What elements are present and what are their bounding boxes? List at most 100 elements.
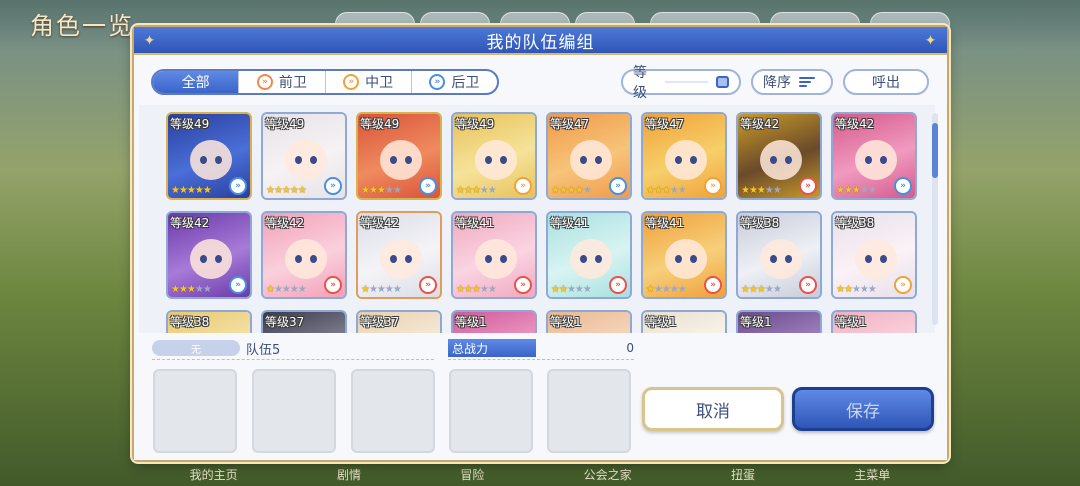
rear-role-icon: »	[324, 177, 342, 195]
character-face	[190, 140, 232, 180]
filter-front[interactable]: » 前卫	[239, 71, 326, 93]
save-button[interactable]: 保存	[792, 387, 934, 431]
character-face	[475, 239, 517, 279]
character-eye	[675, 156, 682, 164]
team-slot[interactable]	[153, 369, 237, 453]
sort-order-button[interactable]: 降序	[751, 69, 833, 95]
character-face	[475, 140, 517, 180]
star-rating: ★★★★★	[361, 284, 402, 295]
bottom-nav-item: 剧情	[336, 467, 361, 482]
character-card[interactable]: 等级38 ★★★★★ »	[831, 211, 917, 299]
character-eye	[500, 255, 507, 263]
character-level: 等级49	[170, 117, 210, 131]
scrollbar-thumb[interactable]	[932, 123, 938, 178]
cancel-button[interactable]: 取消	[642, 387, 784, 431]
character-card[interactable]: 等级49 ★★★★★ »	[356, 112, 442, 200]
team-slot[interactable]	[547, 369, 631, 453]
character-card[interactable]: 等级37	[261, 310, 347, 333]
character-eye	[295, 255, 302, 263]
filter-label: 后卫	[451, 75, 480, 91]
character-card[interactable]: 等级41 ★★★★★ »	[546, 211, 632, 299]
call-button[interactable]: 呼出	[843, 69, 929, 95]
sort-by-button[interactable]: 等级	[621, 65, 741, 101]
character-eye	[215, 156, 222, 164]
sort-icon	[799, 77, 815, 87]
character-eye	[785, 255, 792, 263]
character-card[interactable]: 等级42 ★★★★★ »	[166, 211, 252, 299]
character-level: 等级38	[740, 216, 780, 230]
character-face	[285, 239, 327, 279]
character-level: 等级38	[170, 315, 210, 329]
sort-label: 等级	[633, 65, 647, 101]
team-name: 队伍5	[246, 343, 281, 358]
grid-scrollbar[interactable]	[932, 113, 938, 325]
character-card[interactable]: 等级41 ★★★★★ »	[641, 211, 727, 299]
character-card[interactable]: 等级1	[546, 310, 632, 333]
character-eye	[485, 255, 492, 263]
team-edit-dialog: ✦ 我的队伍编组 ✦ 全部 » 前卫 » 中卫 » 后卫 等级 降序 呼出 等级…	[132, 25, 949, 462]
character-level: 等级37	[360, 315, 400, 329]
filter-label: 全部	[181, 75, 210, 91]
character-card[interactable]: 等级42 ★★★★★ »	[356, 211, 442, 299]
character-card[interactable]: 等级38 ★★★★★ »	[736, 211, 822, 299]
character-card[interactable]: 等级42 ★★★★★ »	[736, 112, 822, 200]
character-card[interactable]: 等级47 ★★★★★ »	[641, 112, 727, 200]
bottom-nav-item: 主菜单	[854, 467, 891, 482]
character-eye	[295, 156, 302, 164]
character-eye	[200, 156, 207, 164]
front-role-icon: »	[704, 276, 722, 294]
rear-role-icon: »	[229, 177, 247, 195]
character-card[interactable]: 等级49 ★★★★★ »	[166, 112, 252, 200]
character-card[interactable]: 等级1	[641, 310, 727, 333]
background-bottom-nav: 我的主页 剧情 冒险 公会之家 扭蛋 主菜单	[140, 462, 940, 486]
filter-all[interactable]: 全部	[153, 71, 240, 93]
star-rating: ★★★★★	[646, 284, 687, 295]
filter-rear[interactable]: » 后卫	[412, 71, 497, 93]
filter-middle[interactable]: » 中卫	[326, 71, 412, 93]
mid-role-icon: »	[704, 177, 722, 195]
team-slot[interactable]	[252, 369, 336, 453]
character-card[interactable]: 等级37	[356, 310, 442, 333]
character-eye	[785, 156, 792, 164]
power-label: 总战力	[448, 339, 536, 357]
character-eye	[580, 255, 587, 263]
divider	[448, 359, 634, 360]
character-level: 等级1	[645, 315, 677, 329]
character-card[interactable]: 等级1	[831, 310, 917, 333]
character-level: 等级41	[455, 216, 495, 230]
team-slot[interactable]	[449, 369, 533, 453]
mid-role-icon: »	[894, 276, 912, 294]
character-card[interactable]: 等级1	[736, 310, 822, 333]
order-label: 降序	[763, 75, 791, 91]
star-rating: ★★★★★	[836, 185, 877, 196]
character-card[interactable]: 等级38	[166, 310, 252, 333]
character-level: 等级42	[170, 216, 210, 230]
mid-role-icon: »	[514, 177, 532, 195]
team-tag: 无	[152, 340, 240, 356]
character-card[interactable]: 等级41 ★★★★★ »	[451, 211, 537, 299]
star-rating: ★★★★★	[456, 284, 497, 295]
character-card[interactable]: 等级42 ★★★★★ »	[261, 211, 347, 299]
character-grid: 等级49 ★★★★★ » 等级49 ★★★★★ » 等级49 ★★★★★ » 等级49 ★★★★★ »…	[139, 105, 935, 333]
character-level: 等级1	[835, 315, 867, 329]
team-slot[interactable]	[351, 369, 435, 453]
character-card[interactable]: 等级47 ★★★★★ »	[546, 112, 632, 200]
front-role-icon: »	[609, 276, 627, 294]
character-eye	[390, 156, 397, 164]
divider	[665, 81, 709, 83]
character-eye	[580, 156, 587, 164]
character-card[interactable]: 等级49 ★★★★★ »	[451, 112, 537, 200]
star-rating: ★★★★★	[551, 185, 592, 196]
character-eye	[485, 156, 492, 164]
character-card[interactable]: 等级42 ★★★★★ »	[831, 112, 917, 200]
character-card[interactable]: 等级49 ★★★★★ »	[261, 112, 347, 200]
team-panel: 无 队伍5 总战力 0 取消 保存	[134, 335, 947, 460]
character-level: 等级42	[835, 117, 875, 131]
character-level: 等级37	[265, 315, 305, 329]
character-eye	[405, 255, 412, 263]
character-card[interactable]: 等级1	[451, 310, 537, 333]
character-eye	[595, 255, 602, 263]
character-eye	[595, 156, 602, 164]
background-title: 角色一览	[30, 12, 134, 40]
star-rating: ★★★★★	[456, 185, 497, 196]
